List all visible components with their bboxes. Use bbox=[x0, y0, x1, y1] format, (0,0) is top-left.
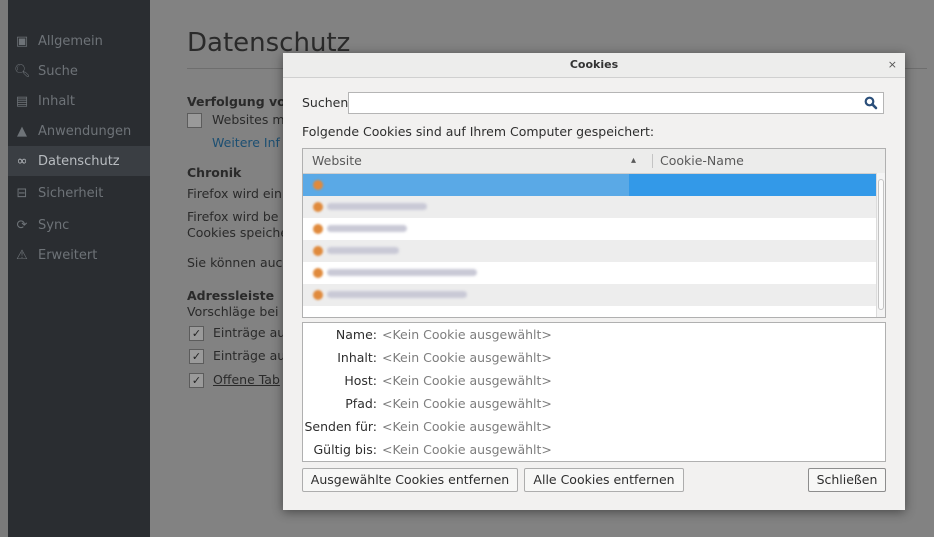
detail-key-send-for: Senden für: bbox=[304, 419, 377, 434]
sidebar-item-general[interactable]: ▣ Allgemein bbox=[8, 26, 150, 56]
blurred-site-name bbox=[327, 247, 399, 254]
tree-row[interactable] bbox=[303, 262, 876, 284]
blurred-site-name bbox=[327, 203, 427, 210]
sidebar-item-security[interactable]: ⊟ Sicherheit bbox=[8, 178, 150, 208]
tree-scrollbar[interactable] bbox=[876, 173, 885, 317]
site-favicon bbox=[313, 290, 323, 300]
tree-row[interactable] bbox=[303, 174, 876, 196]
sidebar-item-label: Inhalt bbox=[38, 93, 75, 109]
history-text: Firefox wird be bbox=[187, 209, 279, 224]
address-option-label: Einträge au bbox=[213, 325, 286, 340]
sidebar-item-label: Allgemein bbox=[38, 33, 103, 49]
detail-key-path: Pfad: bbox=[345, 396, 377, 411]
sidebar-item-label: Suche bbox=[38, 63, 78, 79]
sidebar-item-label: Datenschutz bbox=[38, 153, 120, 169]
sidebar-item-label: Erweitert bbox=[38, 247, 98, 263]
search-icon: 🔍︎ bbox=[14, 63, 31, 79]
column-header-cookie-name[interactable]: Cookie-Name bbox=[660, 149, 744, 173]
address-option-label: Offene Tab bbox=[213, 372, 280, 387]
address-checkbox-3[interactable]: ✓ bbox=[189, 373, 204, 388]
detail-value-path: <Kein Cookie ausgewählt> bbox=[382, 396, 552, 411]
dialog-title: Cookies bbox=[283, 53, 905, 78]
site-favicon bbox=[313, 268, 323, 278]
site-favicon bbox=[313, 246, 323, 256]
remove-selected-cookies-button[interactable]: Ausgewählte Cookies entfernen bbox=[302, 468, 518, 492]
site-favicon bbox=[313, 202, 323, 212]
history-text: Cookies speiche bbox=[187, 225, 289, 240]
sidebar-item-privacy[interactable]: ∞ Datenschutz bbox=[8, 146, 150, 176]
sync-icon: ⟳ bbox=[16, 217, 28, 233]
address-checkbox-1[interactable]: ✓ bbox=[189, 326, 204, 341]
scrollbar-thumb[interactable] bbox=[878, 179, 884, 310]
preferences-sidebar: ▣ Allgemein 🔍︎ Suche ▤ Inhalt ▲ Anwendun… bbox=[8, 0, 150, 537]
close-dialog-button[interactable]: Schließen bbox=[808, 468, 886, 492]
cookie-details-panel: Name: <Kein Cookie ausgewählt> Inhalt: <… bbox=[302, 322, 886, 462]
sidebar-item-content[interactable]: ▤ Inhalt bbox=[8, 86, 150, 116]
detail-value-content: <Kein Cookie ausgewählt> bbox=[382, 350, 552, 365]
detail-value-host: <Kein Cookie ausgewählt> bbox=[382, 373, 552, 388]
close-icon[interactable]: × bbox=[888, 53, 897, 77]
cookie-search-input[interactable] bbox=[348, 92, 884, 114]
cookies-info-text: Folgende Cookies sind auf Ihrem Computer… bbox=[302, 124, 655, 139]
applications-icon: ▲ bbox=[17, 123, 27, 139]
history-text: Sie können auc bbox=[187, 255, 283, 270]
magnifier-icon[interactable] bbox=[864, 96, 878, 110]
detail-key-content: Inhalt: bbox=[337, 350, 377, 365]
remove-all-cookies-button[interactable]: Alle Cookies entfernen bbox=[524, 468, 684, 492]
detail-key-host: Host: bbox=[344, 373, 377, 388]
tracking-learn-more-link[interactable]: Weitere Inf bbox=[212, 135, 280, 150]
tracking-option-label: Websites m bbox=[212, 112, 285, 127]
history-text: Firefox wird ein bbox=[187, 186, 282, 201]
sidebar-item-label: Sync bbox=[38, 217, 70, 233]
sidebar-item-sync[interactable]: ⟳ Sync bbox=[8, 210, 150, 240]
column-header-website[interactable]: Website bbox=[312, 149, 362, 173]
address-bar-heading: Adressleiste bbox=[187, 288, 275, 303]
sidebar-item-advanced[interactable]: ⚠ Erweitert bbox=[8, 240, 150, 270]
tree-row[interactable] bbox=[303, 196, 876, 218]
detail-value-name: <Kein Cookie ausgewählt> bbox=[382, 327, 552, 342]
security-lock-icon: ⊟ bbox=[16, 185, 28, 201]
detail-key-expires: Gültig bis: bbox=[313, 442, 378, 457]
tree-header: Website ▴ Cookie-Name bbox=[303, 149, 885, 174]
detail-value-expires: <Kein Cookie ausgewählt> bbox=[382, 442, 552, 457]
column-divider[interactable] bbox=[652, 154, 653, 168]
blurred-site-name bbox=[327, 225, 407, 232]
blurred-site-name bbox=[327, 269, 477, 276]
sort-ascending-icon: ▴ bbox=[631, 155, 637, 166]
search-label: Suchen bbox=[302, 95, 349, 110]
advanced-icon: ⚠ bbox=[16, 247, 28, 263]
general-icon: ▣ bbox=[15, 33, 29, 49]
sidebar-item-search[interactable]: 🔍︎ Suche bbox=[8, 56, 150, 86]
tree-row[interactable] bbox=[303, 284, 876, 306]
tree-row[interactable] bbox=[303, 240, 876, 262]
site-favicon bbox=[313, 180, 323, 190]
sidebar-item-label: Anwendungen bbox=[38, 123, 132, 139]
detail-key-name: Name: bbox=[335, 327, 377, 342]
address-bar-subtext: Vorschläge bei bbox=[187, 304, 279, 319]
tracking-heading: Verfolgung vo bbox=[187, 94, 286, 109]
privacy-mask-icon: ∞ bbox=[16, 153, 28, 169]
tree-row[interactable] bbox=[303, 218, 876, 240]
sidebar-item-applications[interactable]: ▲ Anwendungen bbox=[8, 116, 150, 146]
address-option-label: Einträge au bbox=[213, 348, 286, 363]
sidebar-item-label: Sicherheit bbox=[38, 185, 104, 201]
site-favicon bbox=[313, 224, 323, 234]
address-checkbox-2[interactable]: ✓ bbox=[189, 349, 204, 364]
selected-cell bbox=[303, 174, 629, 196]
cookies-tree[interactable]: Website ▴ Cookie-Name bbox=[302, 148, 886, 318]
content-icon: ▤ bbox=[15, 93, 29, 109]
blurred-site-name bbox=[327, 291, 467, 298]
tracking-checkbox[interactable] bbox=[187, 113, 202, 128]
history-heading: Chronik bbox=[187, 165, 242, 180]
detail-value-send-for: <Kein Cookie ausgewählt> bbox=[382, 419, 552, 434]
